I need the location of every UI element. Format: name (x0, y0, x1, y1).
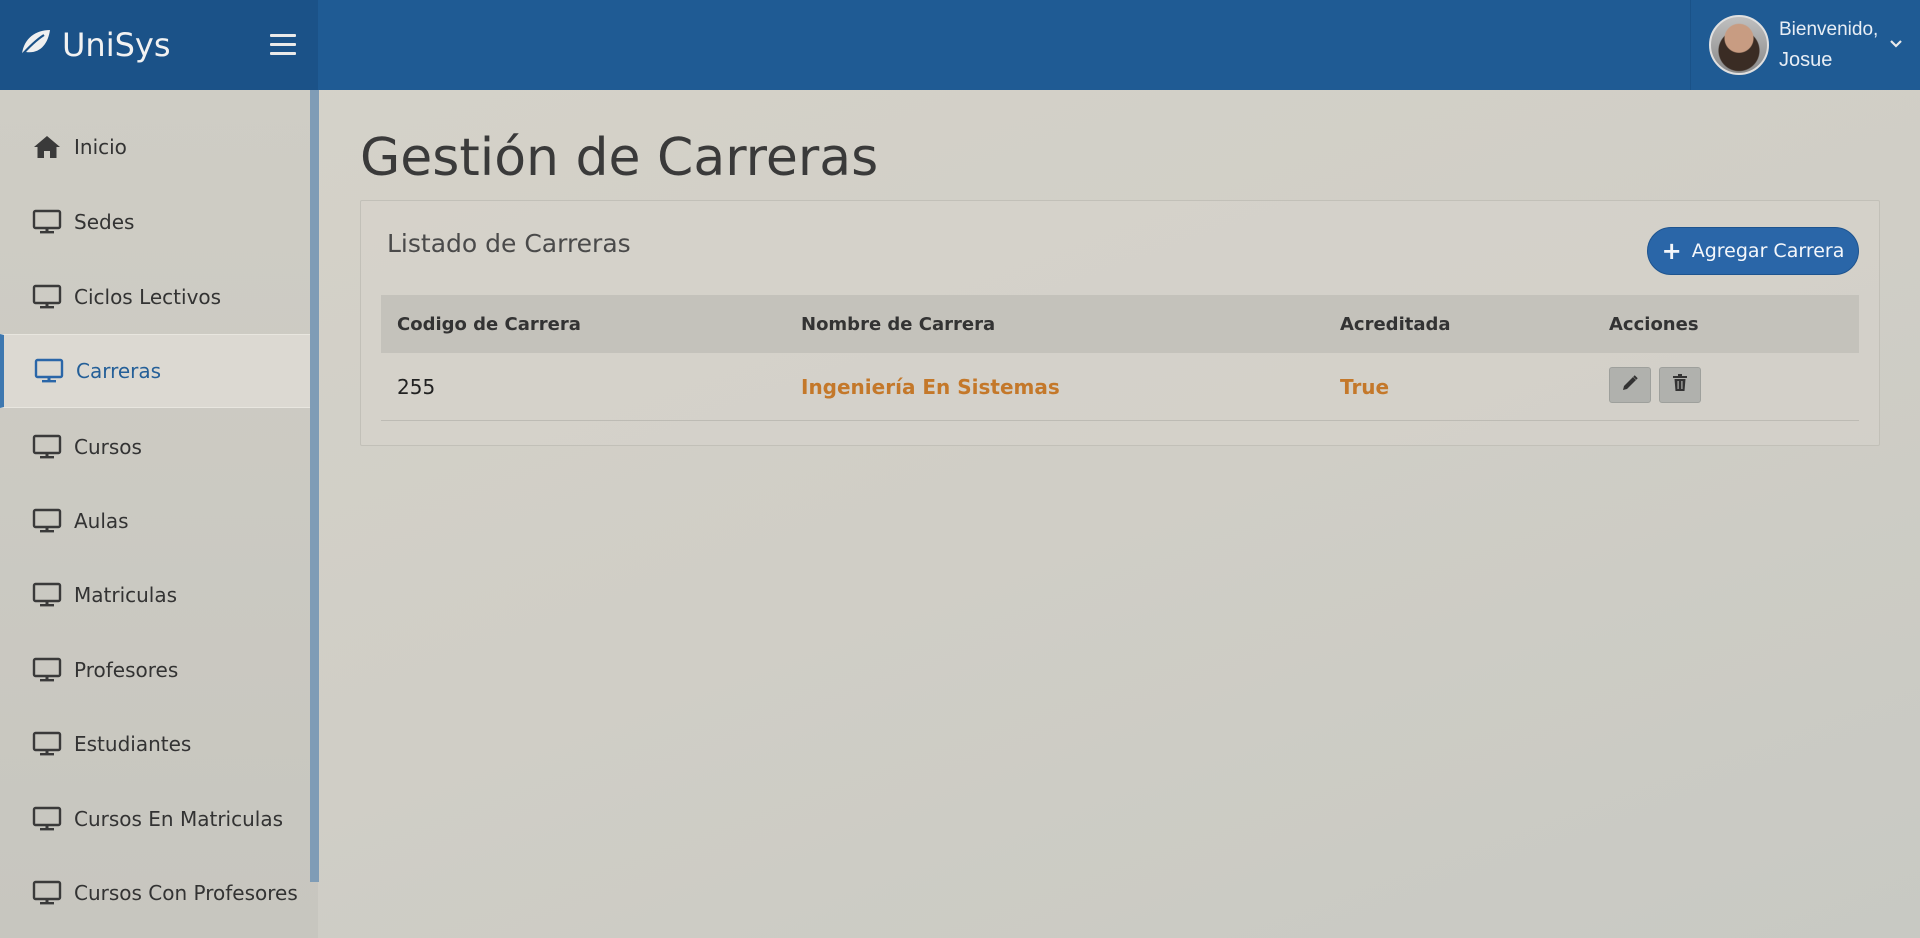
cell-nombre[interactable]: Ingeniería En Sistemas (801, 375, 1060, 399)
monitor-icon (32, 506, 62, 536)
monitor-icon (32, 878, 62, 908)
sidebar-item-sedes[interactable]: Sedes (0, 185, 310, 259)
cell-codigo: 255 (397, 374, 436, 399)
column-header-acciones: Acciones (1609, 313, 1699, 335)
plus-icon: + (1661, 237, 1682, 265)
panel-title: Listado de Carreras (387, 229, 631, 258)
monitor-icon (32, 729, 62, 759)
sidebar-item-label: Cursos Con Profesores (74, 881, 298, 905)
sidebar-item-label: Estudiantes (74, 732, 192, 756)
sidebar-item-matriculas[interactable]: Matriculas (0, 558, 310, 632)
monitor-icon (32, 580, 62, 610)
sidebar-scrollbar[interactable] (310, 90, 319, 882)
monitor-icon (32, 207, 62, 237)
page-title: Gestión de Carreras (360, 128, 879, 188)
monitor-icon (32, 804, 62, 834)
brand[interactable]: UniSys (0, 0, 318, 90)
sidebar-item-label: Aulas (74, 509, 129, 533)
monitor-icon (32, 282, 62, 312)
edit-button[interactable] (1609, 367, 1651, 403)
trash-icon (1672, 373, 1688, 397)
sidebar-item-inicio[interactable]: Inicio (0, 110, 310, 184)
delete-button[interactable] (1659, 367, 1702, 403)
monitor-icon (32, 655, 62, 685)
add-career-label: Agregar Carrera (1691, 240, 1845, 262)
sidebar-item-ciclos-lectivos[interactable]: Ciclos Lectivos (0, 260, 310, 334)
column-header-acreditada: Acreditada (1340, 313, 1451, 335)
leaf-logo-icon (18, 28, 52, 63)
sidebar-item-label: Profesores (74, 658, 179, 682)
sidebar-item-label: Cursos (74, 435, 142, 459)
table-row: 255 Ingeniería En Sistemas True (381, 353, 1859, 421)
table-header: Codigo de Carrera Nombre de Carrera Acre… (381, 295, 1859, 353)
sidebar-item-label: Cursos En Matriculas (74, 807, 284, 831)
monitor-icon (34, 356, 64, 386)
sidebar-item-estudiantes[interactable]: Estudiantes (0, 707, 310, 781)
top-bar: UniSys Bienvenido, Josue (0, 0, 1920, 90)
chevron-down-icon[interactable] (1888, 36, 1904, 52)
home-icon (32, 132, 62, 162)
sidebar-item-profesores[interactable]: Profesores (0, 633, 310, 707)
sidebar-item-label: Inicio (74, 135, 127, 159)
monitor-icon (32, 432, 62, 462)
sidebar-item-label: Carreras (76, 359, 162, 383)
sidebar-item-label: Sedes (74, 210, 135, 234)
add-career-button[interactable]: + Agregar Carrera (1647, 227, 1859, 275)
sidebar-item-cursos-con-profesores[interactable]: Cursos Con Profesores (0, 856, 310, 930)
sidebar-item-aulas[interactable]: Aulas (0, 484, 310, 558)
sidebar-item-label: Ciclos Lectivos (74, 285, 222, 309)
careers-panel: Listado de Carreras + Agregar Carrera Co… (360, 200, 1880, 446)
avatar (1709, 15, 1769, 75)
sidebar-item-carreras[interactable]: Carreras (0, 334, 310, 408)
column-header-codigo: Codigo de Carrera (397, 313, 581, 335)
sidebar-item-cursos-en-matriculas[interactable]: Cursos En Matriculas (0, 782, 310, 856)
user-name: Josue (1779, 49, 1833, 71)
app-name: UniSys (62, 26, 171, 64)
user-menu[interactable]: Bienvenido, Josue (1690, 0, 1920, 90)
column-header-nombre: Nombre de Carrera (801, 313, 996, 335)
cell-acreditada: True (1340, 374, 1390, 399)
sidebar-item-cursos[interactable]: Cursos (0, 410, 310, 484)
row-actions (1609, 367, 1705, 403)
sidebar-item-label: Matriculas (74, 583, 178, 607)
menu-toggle-icon[interactable] (270, 34, 296, 56)
sidebar: Inicio Sedes Ciclos Lectivos Carreras Cu… (0, 90, 319, 938)
welcome-label: Bienvenido, (1779, 19, 1879, 40)
pencil-icon (1621, 374, 1639, 397)
